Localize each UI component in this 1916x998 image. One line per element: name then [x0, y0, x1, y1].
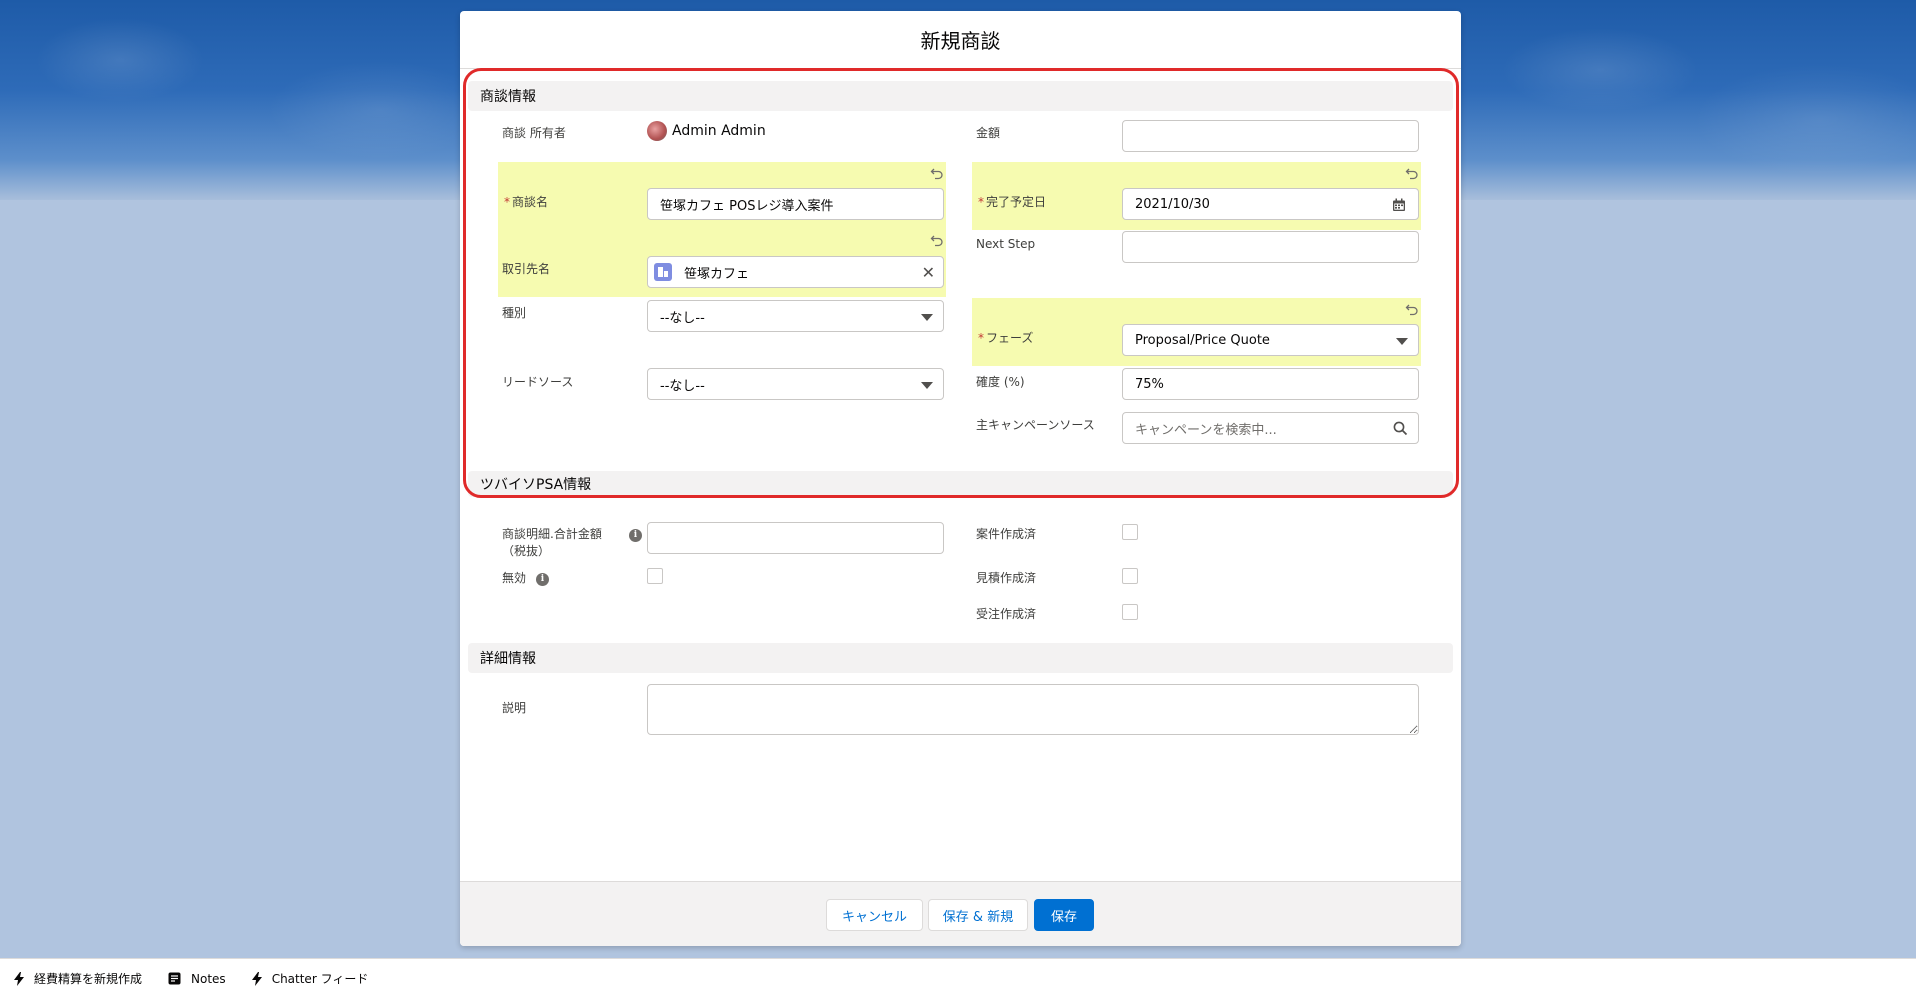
save-and-new-button[interactable]: 保存 & 新規 [928, 899, 1028, 931]
account-lookup[interactable]: 笹塚カフェ ✕ [647, 256, 944, 288]
lightning-icon [251, 971, 262, 986]
undo-icon[interactable] [930, 166, 944, 180]
stage-label: * フェーズ [978, 331, 1034, 345]
campaign-label: 主キャンペーンソース [976, 418, 1095, 432]
quote-created-label: 見積作成済 [976, 571, 1037, 585]
lead-source-select[interactable]: --なし-- [647, 368, 944, 400]
close-date-label: * 完了予定日 [978, 195, 1047, 209]
section-title: ツバイソPSA情報 [480, 477, 592, 493]
stage-select[interactable]: Proposal/Price Quote [1122, 324, 1419, 356]
quote-created-checkbox[interactable] [1122, 568, 1138, 584]
info-icon[interactable]: i [629, 529, 642, 542]
new-opportunity-modal: 新規商談 商談情報 商談 所有者 Admin Admin 金額 * 商談名 笹塚カ… [460, 11, 1461, 946]
line-total-label: 商談明細.合計金額 （税抜） [502, 527, 602, 558]
project-created-checkbox[interactable] [1122, 524, 1138, 540]
type-label: 種別 [502, 306, 527, 320]
owner-link[interactable]: Admin Admin [672, 123, 766, 139]
section-title: 商談情報 [480, 89, 536, 105]
probability-label: 確度 (%) [976, 375, 1025, 389]
next-step-input[interactable] [1122, 231, 1419, 263]
chevron-down-icon [921, 382, 933, 389]
lightning-icon [14, 971, 24, 986]
utility-bar: 経費精算を新規作成 Notes Chatter フィード [0, 958, 1916, 998]
invalid-checkbox[interactable] [647, 568, 663, 584]
amount-label: 金額 [976, 126, 1001, 140]
owner-value: Admin Admin [647, 121, 766, 141]
calendar-icon[interactable] [1392, 198, 1406, 212]
info-icon[interactable]: i [536, 573, 549, 586]
save-button[interactable]: 保存 [1034, 899, 1094, 931]
lead-source-label: リードソース [502, 375, 574, 389]
chevron-down-icon [921, 314, 933, 321]
close-date-input[interactable]: 2021/10/30 [1122, 188, 1419, 220]
project-created-label: 案件作成済 [976, 527, 1037, 541]
utility-item-notes[interactable]: Notes [168, 972, 226, 986]
section-title: 詳細情報 [480, 651, 536, 667]
account-pill-label: 笹塚カフェ [684, 266, 750, 282]
cancel-button[interactable]: キャンセル [826, 899, 923, 931]
undo-icon[interactable] [930, 233, 944, 247]
description-textarea[interactable] [647, 684, 1419, 735]
modal-footer: キャンセル 保存 & 新規 保存 [460, 881, 1461, 946]
notes-icon [168, 972, 181, 985]
modal-header: 新規商談 [460, 11, 1461, 69]
search-icon [1393, 421, 1408, 436]
description-label: 説明 [502, 701, 527, 715]
undo-icon[interactable] [1405, 166, 1419, 180]
utility-item-expense[interactable]: 経費精算を新規作成 [14, 970, 142, 987]
type-select[interactable]: --なし-- [647, 300, 944, 332]
invalid-label: 無効 [502, 571, 527, 585]
account-icon [654, 263, 672, 281]
next-step-label: Next Step [976, 237, 1036, 251]
utility-item-chatter[interactable]: Chatter フィード [251, 970, 368, 987]
campaign-search-input[interactable]: キャンペーンを検索中... [1122, 412, 1419, 444]
modal-title: 新規商談 [920, 29, 1001, 53]
clear-icon[interactable]: ✕ [922, 263, 935, 282]
section-opportunity-info[interactable]: 商談情報 [468, 81, 1453, 111]
chevron-down-icon [1396, 338, 1408, 345]
account-name-label: 取引先名 [502, 262, 551, 276]
opportunity-name-label: * 商談名 [504, 195, 549, 209]
undo-icon[interactable] [1405, 302, 1419, 316]
section-psa-info[interactable]: ツバイソPSA情報 [468, 471, 1453, 497]
order-created-checkbox[interactable] [1122, 604, 1138, 620]
opportunity-name-input[interactable]: 笹塚カフェ POSレジ導入案件 [647, 188, 944, 220]
owner-label: 商談 所有者 [502, 126, 566, 140]
avatar [647, 121, 667, 141]
line-total-input[interactable] [647, 522, 944, 554]
order-created-label: 受注作成済 [976, 607, 1037, 621]
probability-input[interactable]: 75% [1122, 368, 1419, 400]
amount-input[interactable] [1122, 120, 1419, 152]
section-details[interactable]: 詳細情報 [468, 643, 1453, 673]
